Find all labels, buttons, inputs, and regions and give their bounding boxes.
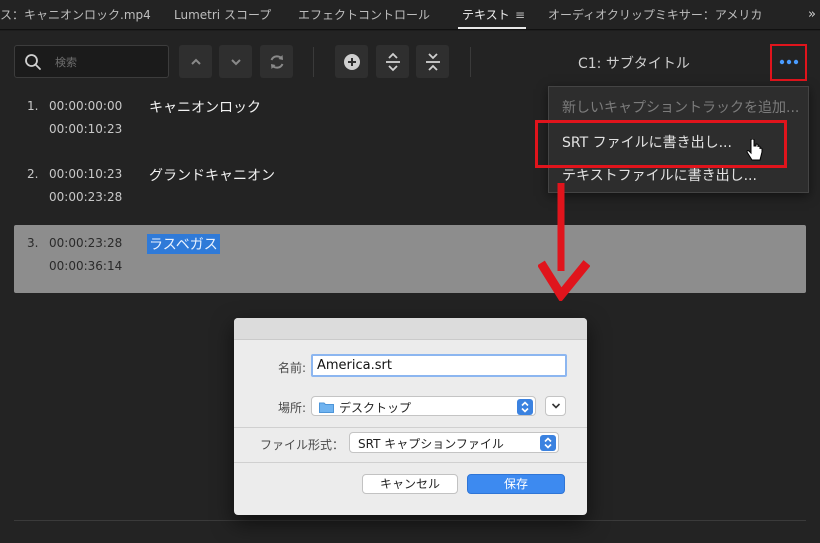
next-caption-button[interactable]	[219, 45, 252, 78]
caption-row-selected[interactable]: 3. 00:00:23:28 00:00:36:14 ラスベガス	[14, 225, 806, 293]
list-divider	[14, 520, 806, 521]
caption-number: 2.	[27, 167, 39, 181]
format-label: ファイル形式：	[259, 438, 344, 452]
plus-circle-icon	[343, 53, 360, 70]
location-stepper[interactable]	[517, 399, 533, 415]
file-format-select[interactable]: SRT キャプションファイル	[349, 432, 559, 453]
dialog-titlebar	[234, 318, 587, 340]
tab-lumetri-scopes[interactable]: Lumetri スコープ	[174, 0, 271, 30]
previous-caption-button[interactable]	[179, 45, 212, 78]
search-icon	[25, 54, 41, 70]
name-label: 名前:	[277, 361, 306, 375]
tab-menu-icon[interactable]: ≡	[515, 0, 525, 30]
caption-out-point[interactable]: 00:00:36:14	[49, 259, 122, 273]
menu-item-export-text[interactable]: テキストファイルに書き出し...	[562, 165, 757, 185]
dialog-divider	[234, 427, 587, 428]
dialog-divider	[234, 462, 587, 463]
caption-text[interactable]: グランドキャニオン	[149, 165, 275, 185]
search-box[interactable]	[14, 45, 169, 78]
caption-out-point[interactable]: 00:00:23:28	[49, 190, 122, 204]
tab-text[interactable]: テキスト	[462, 0, 510, 30]
caption-text[interactable]: キャニオンロック	[149, 97, 261, 117]
chevron-down-icon	[551, 403, 560, 409]
caption-text-selected[interactable]: ラスベガス	[147, 234, 220, 254]
tab-source[interactable]: ス：キャニオンロック.mp4	[0, 0, 151, 30]
caption-track-name: C1: サブタイトル	[578, 56, 690, 72]
folder-icon	[319, 402, 334, 413]
filename-value[interactable]: America.srt	[317, 358, 392, 373]
split-icon	[385, 52, 400, 71]
refresh-icon	[270, 54, 283, 69]
chevron-up-icon	[190, 58, 201, 65]
up-down-chevron-icon	[521, 401, 529, 413]
caption-in-point[interactable]: 00:00:10:23	[49, 167, 122, 181]
pointer-cursor-icon	[746, 139, 763, 161]
add-caption-button[interactable]	[335, 45, 368, 78]
caption-number: 1.	[27, 99, 39, 113]
file-format-value: SRT キャプションファイル	[358, 437, 504, 451]
cancel-button[interactable]: キャンセル	[362, 474, 458, 494]
caption-in-point[interactable]: 00:00:23:28	[49, 236, 122, 250]
panel-tab-bar: ス：キャニオンロック.mp4 Lumetri スコープ エフェクトコントロール …	[0, 0, 820, 30]
highlight-box-menu-button	[770, 44, 807, 81]
toolbar-divider	[313, 47, 314, 77]
down-arrow-icon	[538, 183, 590, 301]
location-value: デスクトップ	[339, 401, 412, 415]
location-label: 場所:	[277, 401, 306, 415]
filename-field[interactable]: America.srt	[311, 354, 567, 377]
chevron-down-icon	[230, 58, 241, 65]
tab-effect-controls[interactable]: エフェクトコントロール	[298, 0, 430, 30]
caption-out-point[interactable]: 00:00:10:23	[49, 122, 122, 136]
tab-overflow-icon[interactable]: »	[808, 0, 816, 30]
file-format-stepper[interactable]	[540, 435, 556, 451]
toolbar-divider	[470, 47, 471, 77]
replace-button[interactable]	[260, 45, 293, 78]
save-dialog: 名前: America.srt 場所: デスクトップ ファイル形式： SRT キ…	[234, 318, 587, 515]
merge-icon	[425, 52, 440, 71]
menu-item-add-caption-track: 新しいキャプショントラックを追加...	[562, 100, 800, 116]
expand-dialog-button[interactable]	[545, 396, 566, 416]
merge-captions-button[interactable]	[416, 45, 449, 78]
save-button[interactable]: 保存	[467, 474, 565, 494]
tab-audio-clip-mixer[interactable]: オーディオクリップミキサー：アメリカ	[548, 0, 762, 30]
search-input[interactable]	[55, 53, 163, 71]
up-down-chevron-icon	[544, 437, 552, 449]
caption-number: 3.	[27, 236, 39, 250]
caption-in-point[interactable]: 00:00:00:00	[49, 99, 122, 113]
split-caption-button[interactable]	[376, 45, 409, 78]
active-tab-indicator	[458, 27, 526, 29]
location-select[interactable]: デスクトップ	[311, 396, 536, 416]
